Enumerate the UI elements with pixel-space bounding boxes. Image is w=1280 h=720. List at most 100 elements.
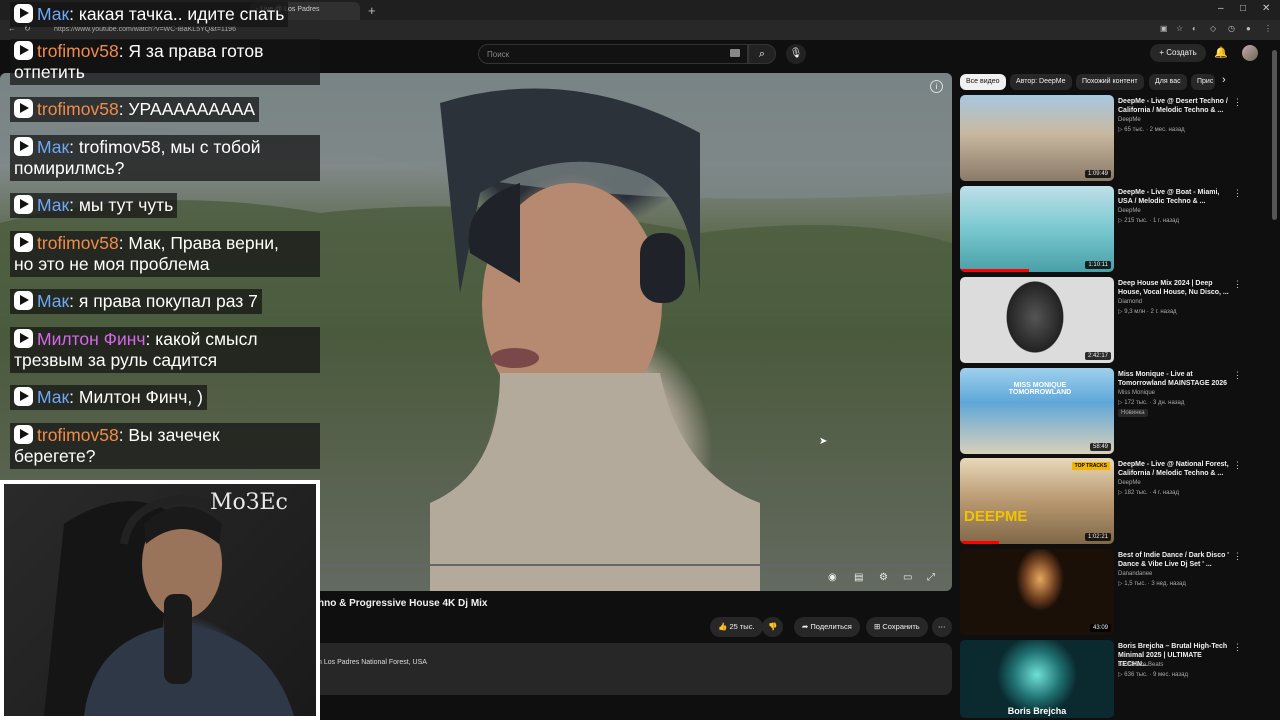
- extension-icon-3[interactable]: ◇: [1210, 24, 1216, 33]
- rec-channel[interactable]: DeepMe: [1118, 208, 1141, 214]
- rec-meta: ▷ 1,5 тыс. · 3 нед. назад: [1118, 581, 1186, 587]
- rec-title[interactable]: Best of Indie Dance / Dark Disco ' Dance…: [1118, 551, 1230, 569]
- chat-message: trofimov58: Мак, Права верни, но это не м…: [10, 231, 320, 277]
- rec-title[interactable]: Miss Monique - Live at Tomorrowland MAIN…: [1118, 370, 1230, 388]
- chat-message: trofimov58: Я за права готов отпетить: [10, 39, 320, 85]
- chat-platform-icon: [14, 329, 33, 348]
- history-icon[interactable]: ◷: [1228, 24, 1235, 33]
- more-actions-button[interactable]: ⋯: [932, 617, 952, 637]
- extension-icon-2[interactable]: ◐: [1192, 24, 1197, 33]
- more-dots-icon[interactable]: ⋮: [1233, 370, 1242, 381]
- rec-title[interactable]: DeepMe - Live @ Boat - Miami, USA / Melo…: [1118, 188, 1230, 206]
- rec-meta: ▷ 182 тыс. · 4 г. назад: [1118, 490, 1179, 496]
- new-tab-button[interactable]: +: [368, 3, 376, 18]
- rec-channel[interactable]: DeepMe: [1118, 480, 1141, 486]
- rec-meta: ▷ 215 тыс. · 1 г. назад: [1118, 218, 1179, 224]
- chip-all[interactable]: Все видео: [960, 74, 1006, 90]
- chat-message: Мак: какая тачка.. идите спать: [10, 2, 289, 27]
- miniplayer-icon[interactable]: ▭: [903, 572, 912, 583]
- recommendation-item[interactable]: TOP TRACKS DEEPME 1:02:21 DeepMe - Live …: [960, 458, 1250, 544]
- thumbs-up-icon: 👍: [718, 622, 728, 631]
- chat-nick: Мак: [37, 137, 70, 157]
- chat-message: Милтон Финч: какой смысл трезвым за руль …: [10, 327, 320, 373]
- chip-similar[interactable]: Похожий контент: [1076, 74, 1144, 90]
- minimize-icon[interactable]: –: [1218, 3, 1224, 14]
- keyboard-icon[interactable]: [730, 49, 740, 57]
- recommendation-item[interactable]: MISS MONIQUE TOMORROWLAND 58:49 Miss Mon…: [960, 368, 1250, 454]
- video-thumbnail[interactable]: 43:09: [960, 549, 1114, 635]
- info-icon[interactable]: i: [930, 80, 943, 93]
- video-title: hno & Progressive House 4K Dj Mix: [318, 598, 488, 609]
- video-thumbnail[interactable]: MISS MONIQUE TOMORROWLAND 58:49: [960, 368, 1114, 454]
- more-dots-icon[interactable]: ⋮: [1233, 460, 1242, 471]
- more-dots-icon[interactable]: ⋮: [1233, 642, 1242, 653]
- rec-channel[interactable]: Miss Monique: [1118, 390, 1155, 396]
- search-input[interactable]: Поиск: [478, 44, 748, 64]
- chip-more[interactable]: Прис: [1191, 74, 1215, 90]
- account-avatar[interactable]: [1242, 45, 1258, 61]
- rec-title[interactable]: DeepMe - Live @ National Forest, Califor…: [1118, 460, 1230, 478]
- recommendation-item[interactable]: 1:09:49 DeepMe - Live @ Desert Techno / …: [960, 95, 1250, 181]
- create-button[interactable]: + Создать: [1150, 44, 1206, 62]
- extension-icon[interactable]: ▣: [1160, 24, 1168, 33]
- chevron-right-icon[interactable]: ›: [1222, 74, 1226, 86]
- rec-channel[interactable]: DeepMe: [1118, 117, 1141, 123]
- video-thumbnail[interactable]: 1:09:49: [960, 95, 1114, 181]
- save-button[interactable]: ⊞ Сохранить: [866, 617, 928, 637]
- close-icon[interactable]: ✕: [1262, 3, 1270, 14]
- new-badge: Новинка: [1118, 409, 1148, 417]
- chat-text: : Милтон Финч, ): [69, 387, 203, 407]
- video-thumbnail[interactable]: 1:10:11: [960, 186, 1114, 272]
- rec-channel[interactable]: Danandanee: [1118, 571, 1152, 577]
- more-dots-icon[interactable]: ⋮: [1233, 551, 1242, 562]
- rec-title[interactable]: Deep House Mix 2024 | Deep House, Vocal …: [1118, 279, 1230, 297]
- chat-nick: Милтон Финч: [37, 329, 146, 349]
- more-dots-icon[interactable]: ⋮: [1233, 188, 1242, 199]
- description-box[interactable]: n Los Padres National Forest, USA: [310, 643, 952, 695]
- save-icon: ⊞: [874, 622, 881, 631]
- recommendation-item[interactable]: 1:10:11 DeepMe - Live @ Boat - Miami, US…: [960, 186, 1250, 272]
- microphone-icon[interactable]: 🎙: [786, 44, 806, 64]
- chat-text-cont: но это не моя проблема: [14, 254, 210, 274]
- rec-meta: ▷ 65 тыс. · 2 мес. назад: [1118, 127, 1185, 133]
- video-thumbnail[interactable]: Boris Brejcha: [960, 640, 1114, 718]
- webcam-feed: [4, 484, 316, 716]
- chip-author[interactable]: Автор: DeepMe: [1010, 74, 1072, 90]
- chat-text: : Я за права готов: [118, 41, 264, 61]
- share-button[interactable]: ➦ Поделиться: [794, 617, 860, 637]
- scrollbar[interactable]: [1272, 50, 1277, 220]
- chat-platform-icon: [14, 41, 33, 60]
- chat-text: : trofimov58, мы с тобой: [69, 137, 261, 157]
- bookmark-star-icon[interactable]: ☆: [1176, 24, 1183, 33]
- like-button[interactable]: 👍 25 тыс.: [710, 617, 763, 637]
- rec-channel[interactable]: Diamond: [1118, 299, 1142, 305]
- settings-gear-icon[interactable]: ⚙: [879, 572, 888, 583]
- rec-channel[interactable]: BassBlaze Beats: [1118, 662, 1163, 668]
- more-dots-icon[interactable]: ⋮: [1233, 97, 1242, 108]
- fullscreen-icon[interactable]: ⤢: [927, 572, 935, 583]
- chat-text: : какой смысл: [145, 329, 258, 349]
- dislike-button[interactable]: 👎: [762, 617, 784, 637]
- create-label: Создать: [1166, 48, 1197, 57]
- chat-nick: Мак: [37, 291, 70, 311]
- recommendation-item[interactable]: Boris Brejcha Boris Brejcha – Brutal Hig…: [960, 640, 1250, 718]
- maximize-icon[interactable]: □: [1240, 3, 1246, 14]
- recommendation-item[interactable]: 2:42:17 Deep House Mix 2024 | Deep House…: [960, 277, 1250, 363]
- chip-for-you[interactable]: Для вас: [1149, 74, 1187, 90]
- video-thumbnail[interactable]: 2:42:17: [960, 277, 1114, 363]
- chat-text: : мы тут чуть: [69, 195, 174, 215]
- recommendation-item[interactable]: 43:09 Best of Indie Dance / Dark Disco '…: [960, 549, 1250, 635]
- rec-title[interactable]: DeepMe - Live @ Desert Techno / Californ…: [1118, 97, 1230, 115]
- chat-text-cont: помирилмсь?: [14, 158, 125, 178]
- chat-text: : я права покупал раз 7: [69, 291, 258, 311]
- more-dots-icon[interactable]: ⋮: [1233, 279, 1242, 290]
- video-thumbnail[interactable]: TOP TRACKS DEEPME 1:02:21: [960, 458, 1114, 544]
- chat-nick: Мак: [37, 195, 70, 215]
- profile-icon[interactable]: ●: [1246, 24, 1251, 33]
- menu-dots-icon[interactable]: ⋮: [1264, 24, 1272, 33]
- search-button[interactable]: ⌕: [748, 44, 776, 64]
- subtitles-icon[interactable]: ▤: [854, 572, 863, 583]
- autoplay-toggle-icon[interactable]: ◉: [828, 572, 837, 583]
- chat-platform-icon: [14, 99, 33, 118]
- notifications-bell-icon[interactable]: 🔔: [1214, 46, 1228, 59]
